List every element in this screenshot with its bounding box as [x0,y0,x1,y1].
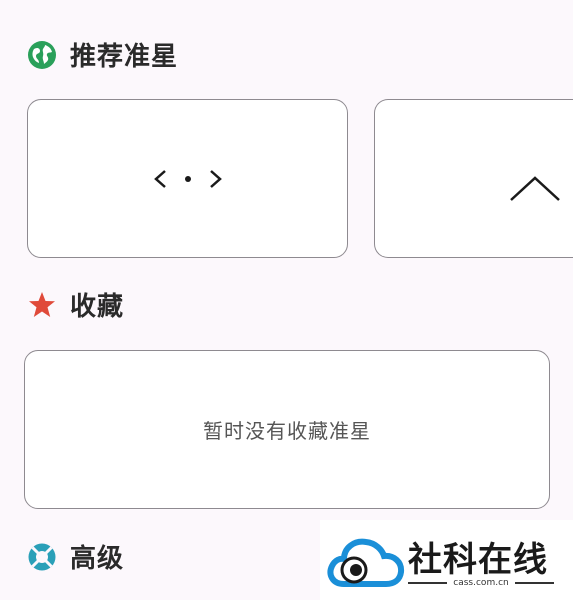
lifebuoy-icon [26,541,58,573]
favorites-title: 收藏 [70,292,125,322]
recommended-header: 推荐准星 [26,36,178,73]
watermark-logo: 社科在线 cass.com.cn [320,520,573,600]
star-icon [26,289,58,321]
advanced-title: 高级 [70,544,125,574]
crosshair-card-1[interactable] [27,99,348,258]
crosshair-angle-dot-icon [153,169,222,188]
watermark-domain: cass.com.cn [453,578,509,588]
globe-icon [26,39,58,71]
crosshair-card-2[interactable] [374,99,573,258]
watermark-domain-row: cass.com.cn [408,576,554,590]
crosshair-settings-page: 推荐准星 收藏 暂时没有收藏准星 高级 社科在线 cass.com.cn [0,0,573,600]
favorites-empty-card: 暂时没有收藏准星 [24,350,550,509]
watermark-brand: 社科在线 [408,540,548,580]
watermark-line-left [408,582,448,584]
advanced-header[interactable]: 高级 [26,538,124,575]
recommended-title: 推荐准星 [70,42,179,72]
watermark-line-right [514,582,554,584]
crosshair-chevron-up-icon [510,176,560,201]
cloud-eye-icon [327,538,405,587]
favorites-empty-text: 暂时没有收藏准星 [203,419,371,443]
favorites-header: 收藏 [26,286,124,323]
